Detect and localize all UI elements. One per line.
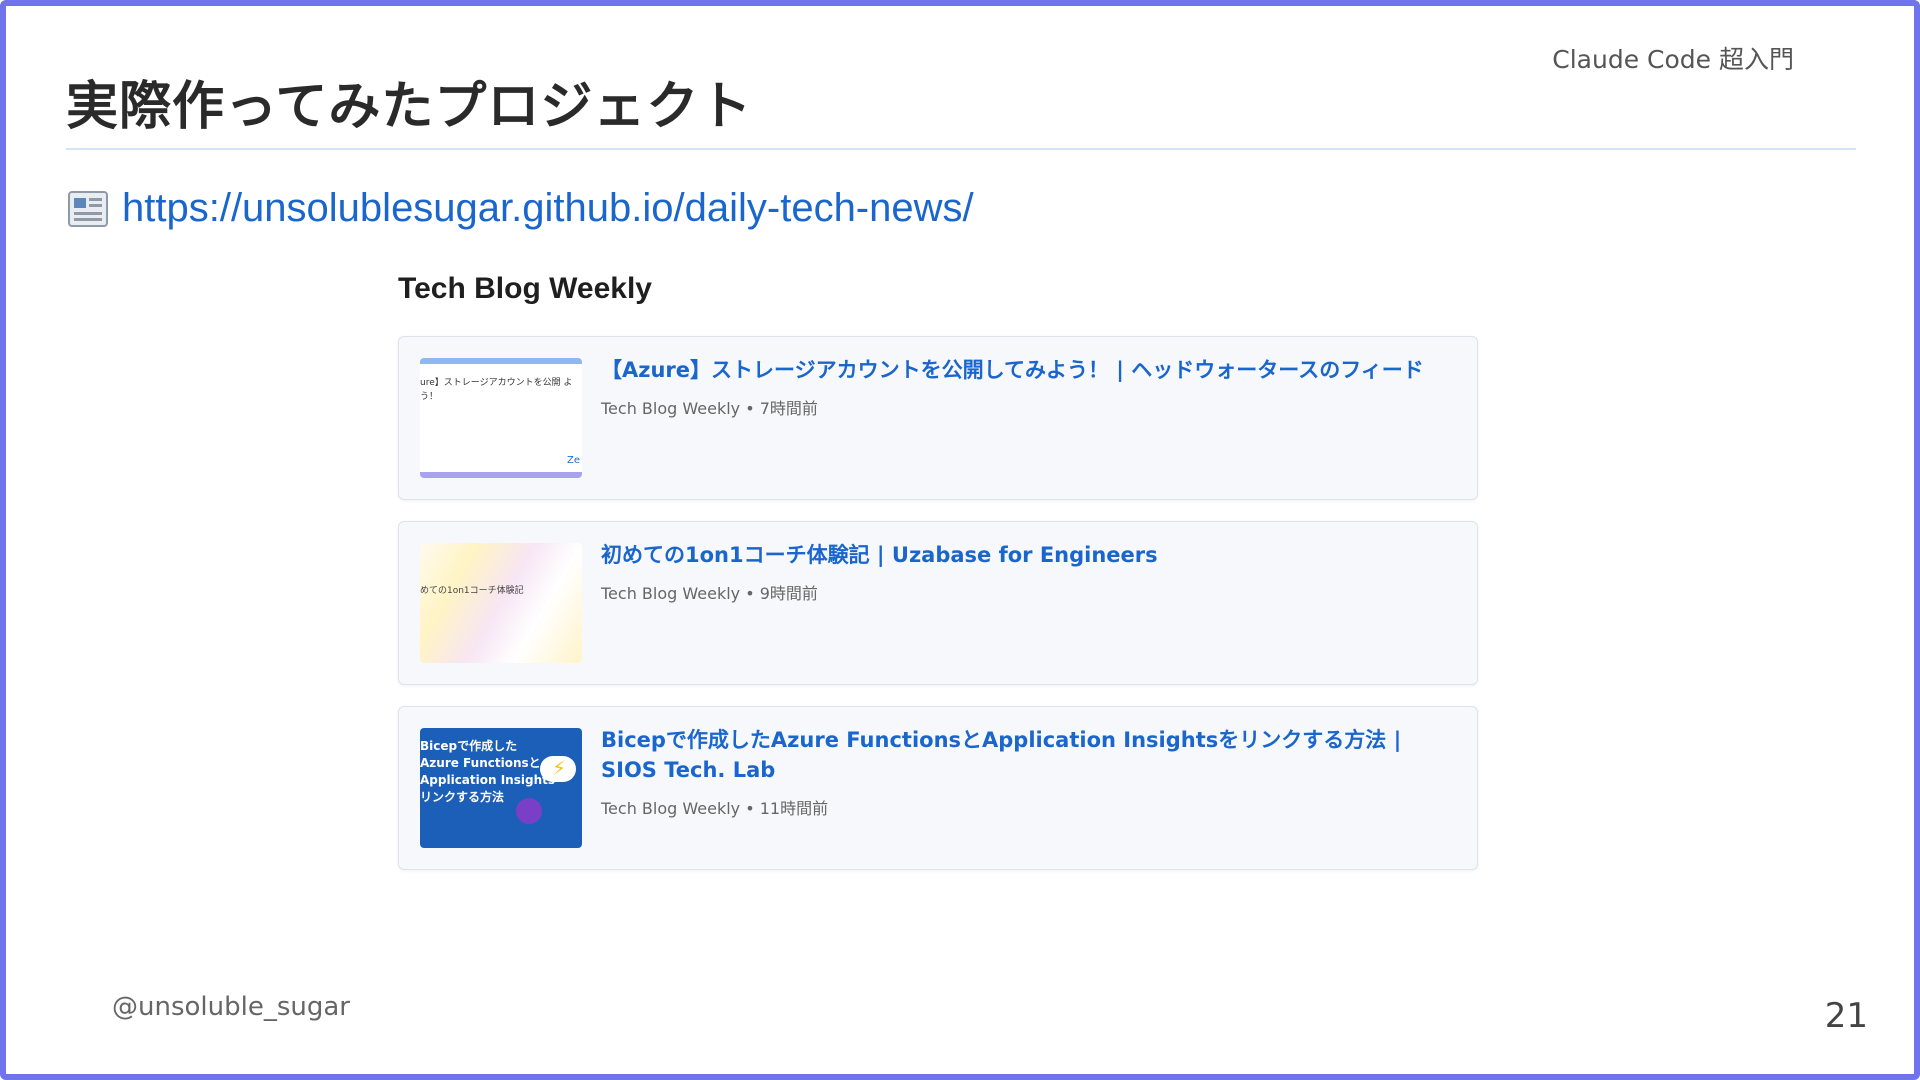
article-title-link[interactable]: 【Azure】ストレージアカウントを公開してみよう！ | ヘッドウォータースのフ… <box>601 355 1447 385</box>
article-meta: Tech Blog Weekly • 9時間前 <box>601 584 818 603</box>
site-title: Tech Blog Weekly <box>398 272 652 305</box>
slide-title: 実際作ってみたプロジェクト <box>66 77 753 137</box>
article-card[interactable]: Bicepで作成した Azure Functionsと Application … <box>398 706 1478 870</box>
page-number: 21 <box>1824 996 1868 1036</box>
article-meta: Tech Blog Weekly • 7時間前 <box>601 399 818 418</box>
article-card[interactable]: めての1on1コーチ体験記 初めての1on1コーチ体験記 | Uzabase f… <box>398 521 1478 685</box>
lightning-icon: ⚡ <box>551 756 566 780</box>
article-thumbnail: ure】ストレージアカウントを公開 よう！ Ze <box>420 358 582 478</box>
article-thumbnail: Bicepで作成した Azure Functionsと Application … <box>420 728 582 848</box>
article-card[interactable]: ure】ストレージアカウントを公開 よう！ Ze 【Azure】ストレージアカウ… <box>398 336 1478 500</box>
article-title-link[interactable]: 初めての1on1コーチ体験記 | Uzabase for Engineers <box>601 540 1447 570</box>
article-title-link[interactable]: Bicepで作成したAzure FunctionsとApplication In… <box>601 725 1447 785</box>
header-label: Claude Code 超入門 <box>1552 45 1794 74</box>
title-divider <box>66 148 1856 150</box>
insights-icon <box>516 798 542 824</box>
embedded-site-screenshot: Tech Blog Weekly ure】ストレージアカウントを公開 よう！ Z… <box>398 272 1480 891</box>
article-thumbnail: めての1on1コーチ体験記 <box>420 543 582 663</box>
article-meta: Tech Blog Weekly • 11時間前 <box>601 799 829 818</box>
url-row: https://unsolublesugar.github.io/daily-t… <box>68 186 974 231</box>
project-url-link[interactable]: https://unsolublesugar.github.io/daily-t… <box>122 186 974 231</box>
newspaper-icon <box>68 190 108 227</box>
author-handle: @unsoluble_sugar <box>112 992 350 1022</box>
